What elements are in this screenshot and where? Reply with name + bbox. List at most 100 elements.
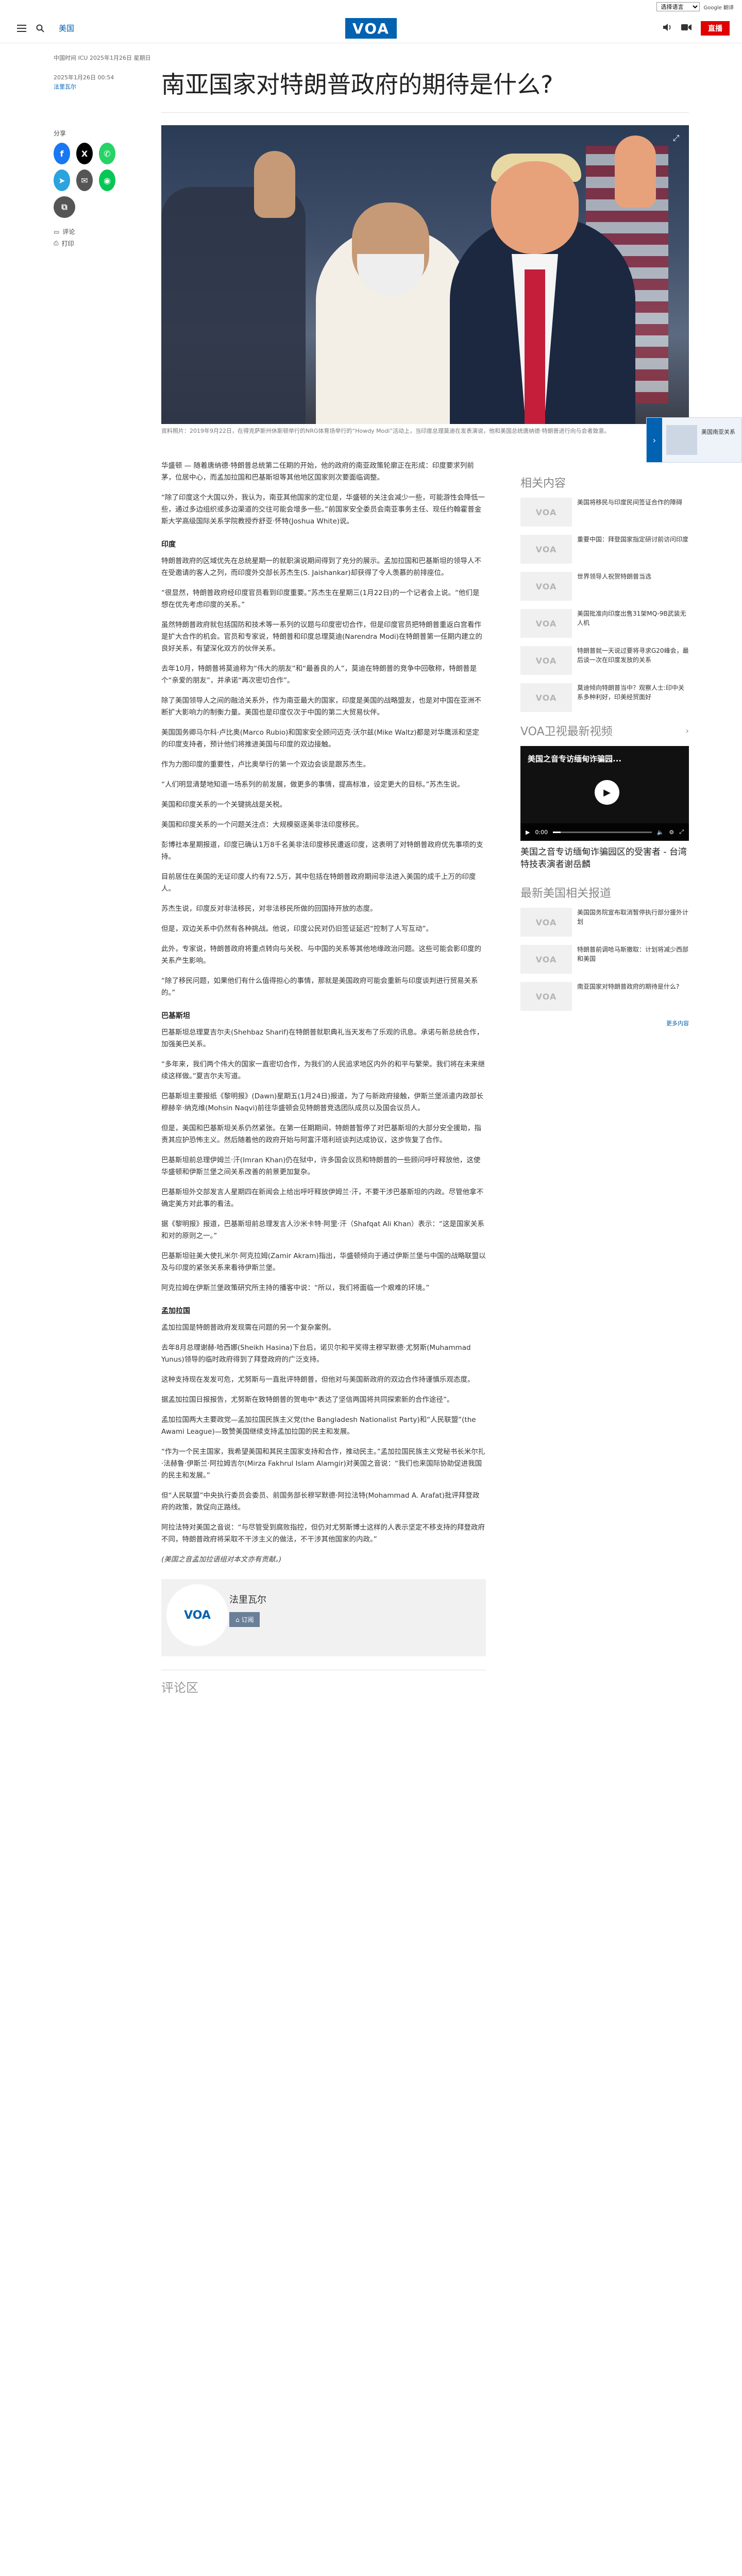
- paragraph: “除了印度这个大国以外，我认为，南亚其他国家的定位是，华盛顿的关注会减少一些，可…: [161, 494, 485, 526]
- list-item[interactable]: VOA 莫迪倾向特朗普当中？观察人士:印中关系多种利好，印美经贸面好: [520, 683, 689, 712]
- video-caption[interactable]: 美国之音专访缅甸诈骗园区的受害者 - 台湾特技表演者谢岳麟: [520, 846, 689, 871]
- list-item[interactable]: VOA 美国国务院宣布取消暂停执行部分援外计划: [520, 908, 689, 937]
- voa-logo[interactable]: VOA: [345, 18, 397, 39]
- video-icon[interactable]: [681, 24, 692, 33]
- search-icon[interactable]: [31, 19, 49, 38]
- copy-link-icon[interactable]: ⧉: [54, 196, 75, 218]
- widget-thumbnail: [666, 425, 697, 455]
- list-item[interactable]: VOA 美国将移民与印度民间签证合作的障碍: [520, 498, 689, 527]
- voa-thumbnail: VOA: [520, 646, 572, 675]
- list-item[interactable]: VOA 特朗普就一天说过要将寻求G20峰会，最后谈一次在印度发放的关系: [520, 646, 689, 675]
- list-item[interactable]: VOA 特朗普前调哈马斯撤取：计划将减少西部和美国: [520, 945, 689, 974]
- email-icon[interactable]: ✉: [76, 170, 93, 191]
- paragraph: 巴基斯坦前总理伊姆兰·汗(Imran Khan)仍在狱中，许多国会议员和特朗普的…: [161, 1156, 481, 1176]
- list-item-title: 美国批准向印度出售31架MQ-9B武装无人机: [577, 610, 686, 626]
- comment-link-label: 评论: [62, 228, 75, 235]
- voa-thumbnail: VOA: [520, 572, 572, 601]
- list-item[interactable]: VOA 重要中国：拜登国家指定研讨前访问印度: [520, 535, 689, 564]
- list-item-title: 南亚国家对特朗普政府的期待是什么?: [577, 983, 680, 990]
- author-card: VOA 法里瓦尔 ⌂ 订阅: [161, 1579, 486, 1656]
- paragraph: 据孟加拉国日报报告，尤努斯在致特朗普的贺电中“表达了坚信两国将共同探索新的合作途…: [161, 1396, 454, 1404]
- paragraph: “多年来，我们两个伟大的国家一直密切合作，为我们的人民追求地区内外的和平与繁荣。…: [161, 1060, 485, 1080]
- raised-hand: [254, 151, 295, 218]
- raised-hand-right: [615, 135, 656, 208]
- play-icon[interactable]: ▶: [595, 780, 619, 805]
- paragraph: 作为力图印度的重要性，卢比奥举行的第一个双边会谈是跟苏杰生。: [161, 760, 370, 769]
- menu-icon[interactable]: [12, 19, 31, 38]
- latest-title-text: 最新美国相关报道: [520, 887, 612, 900]
- subscribe-button[interactable]: ⌂ 订阅: [229, 1612, 260, 1627]
- print-link[interactable]: ⎙ 打印: [54, 239, 115, 248]
- sidebar: 相关内容 VOA 美国将移民与印度民间签证合作的障碍 VOA 重要中国：拜登国家指定…: [520, 474, 689, 1027]
- play-small-icon[interactable]: ▶: [526, 829, 530, 836]
- paragraph: 华盛顿 — 随着唐纳德·特朗普总统第二任期的开始，他的政府的南亚政策轮廓正在形成…: [161, 462, 474, 482]
- google-translate-label: Google 翻译: [703, 5, 734, 11]
- print-icon: ⎙: [54, 240, 59, 247]
- more-link[interactable]: 更多内容: [520, 1019, 689, 1027]
- paragraph: “作为一个民主国家，我希望美国和其民主国家支持和合作，推动民主。”孟加拉国民族主…: [161, 1448, 485, 1480]
- tie: [525, 269, 545, 424]
- crowd: [161, 187, 306, 424]
- list-item-title: 特朗普就一天说过要将寻求G20峰会，最后谈一次在印度发放的关系: [577, 647, 689, 664]
- comments-section-title: 评论区: [161, 1670, 486, 1696]
- whatsapp-icon[interactable]: ✆: [99, 143, 115, 164]
- related-title: 相关内容: [520, 474, 689, 490]
- line-icon[interactable]: ◉: [99, 170, 115, 191]
- x-icon[interactable]: X: [76, 143, 93, 164]
- paragraph: 但“人民联盟”中央执行委员会委员、前国务部长穆罕默德·阿拉法特(Mohammad…: [161, 1492, 480, 1512]
- facebook-icon[interactable]: f: [54, 143, 70, 164]
- list-item[interactable]: VOA 南亚国家对特朗普政府的期待是什么?: [520, 982, 689, 1011]
- paragraph: 美国和印度关系的一个问题关注点：大规模驱逐美非法印度移民。: [161, 821, 363, 829]
- comment-icon: ▭: [54, 228, 60, 235]
- article-body: 华盛顿 — 随着唐纳德·特朗普总统第二任期的开始，他的政府的南亚政策轮廓正在形成…: [161, 460, 486, 1696]
- list-item-title: 重要中国：拜登国家指定研讨前访问印度: [577, 536, 689, 543]
- share-panel: 分享 f X ✆ ➤ ✉ ◉ ⧉ ▭ 评论 ⎙ 打印: [54, 129, 115, 248]
- audio-icon[interactable]: [663, 23, 672, 33]
- author-name[interactable]: 法里瓦尔: [229, 1592, 266, 1606]
- voa-thumbnail: VOA: [520, 498, 572, 527]
- video-section-title-text: VOA卫视最新视频: [520, 725, 613, 738]
- list-item-title: 特朗普前调哈马斯撤取：计划将减少西部和美国: [577, 946, 689, 962]
- paragraph: 巴基斯坦驻美大使扎米尔·阿克拉姆(Zamir Akram)指出，华盛顿倾向于通过…: [161, 1252, 486, 1272]
- expand-icon[interactable]: ⤢: [670, 132, 682, 144]
- list-item-title: 美国国务院宣布取消暂停执行部分援外计划: [577, 909, 689, 925]
- section-link[interactable]: 美国: [59, 23, 74, 33]
- hero-photo: ⤢: [161, 125, 689, 424]
- video-controls: ▶ 0:00 🔈 ⚙ ⤢: [520, 823, 689, 841]
- list-item-title: 世界领导人祝贺特朗普当选: [577, 573, 652, 580]
- volume-icon[interactable]: 🔈: [657, 829, 664, 836]
- photo-caption: 资料照片：2019年9月22日，在得克萨斯州休斯顿举行的NRG体育场举行的“Ho…: [161, 428, 610, 434]
- voa-thumbnail: VOA: [520, 982, 572, 1011]
- list-item[interactable]: VOA 美国批准向印度出售31架MQ-9B武装无人机: [520, 609, 689, 638]
- video-section-title[interactable]: VOA卫视最新视频 ›: [520, 722, 689, 739]
- paragraph: 去年10月，特朗普将莫迪称为“伟大的朋友”和“最善良的人”，莫迪在特朗普的竞争中…: [161, 665, 477, 685]
- print-link-label: 打印: [61, 240, 74, 247]
- voa-thumbnail: VOA: [520, 945, 572, 974]
- live-button[interactable]: 直播: [701, 21, 730, 36]
- language-select[interactable]: 选择语言: [656, 2, 700, 11]
- paragraph: 美国国务卿马尔科·卢比奥(Marco Rubio)和国家安全顾问迈克·沃尔兹(M…: [161, 728, 479, 749]
- paragraph: 去年8月总理谢赫·哈西娜(Sheikh Hasina)下台后，诺贝尔和平奖得主穆…: [161, 1344, 471, 1364]
- voa-thumbnail: VOA: [520, 609, 572, 638]
- telegram-icon[interactable]: ➤: [54, 170, 70, 191]
- comment-link[interactable]: ▭ 评论: [54, 227, 115, 236]
- site-header: 美国 VOA 直播: [0, 13, 742, 43]
- settings-icon[interactable]: ⚙: [669, 829, 674, 836]
- paragraph: 美国和印度关系的一个关键挑战是关税。: [161, 801, 286, 809]
- paragraph: 孟加拉国两大主要政党—孟加拉国民族主义党(the Bangladesh Nati…: [161, 1416, 476, 1436]
- paragraph: 这种支持现在发发可危，尤努斯与一直批评特朗普，但他对与美国新政府的双边合作持谨慎…: [161, 1376, 475, 1384]
- video-progress-fill: [553, 831, 561, 833]
- list-item-title: 莫迪倾向特朗普当中？观察人士:印中关系多种利好，印美经贸面好: [577, 684, 685, 701]
- fullscreen-icon[interactable]: ⤢: [679, 828, 684, 836]
- paragraph: 但是，双边关系中仍然有各种挑战。他说，印度公民对仍旧签证延迟“控制了人写互动”。: [161, 925, 433, 933]
- latest-title: 最新美国相关报道: [520, 884, 689, 901]
- video-progress-bar[interactable]: [553, 831, 652, 833]
- floating-related-widget[interactable]: › 美国南亚关系: [646, 417, 742, 463]
- paragraph: 巴基斯坦主要报纸《黎明报》(Dawn)星期五(1月24日)报道，为了与新政府接触…: [161, 1092, 484, 1112]
- face-right: [491, 161, 579, 254]
- video-player[interactable]: 美国之音专访缅甸诈骗园... ▶ ▶ 0:00 🔈 ⚙ ⤢: [520, 746, 689, 841]
- paragraph: 苏杰生说，印度反对非法移民，对非法移民所做的回国持开放的态度。: [161, 905, 377, 913]
- paragraph: 除了美国领导人之间的融洽关系外，作为南亚最大的国家，印度是美国的战略盟友，也是对…: [161, 697, 481, 717]
- arrow-right-icon: ›: [647, 418, 662, 462]
- list-item[interactable]: VOA 世界领导人祝贺特朗普当选: [520, 572, 689, 601]
